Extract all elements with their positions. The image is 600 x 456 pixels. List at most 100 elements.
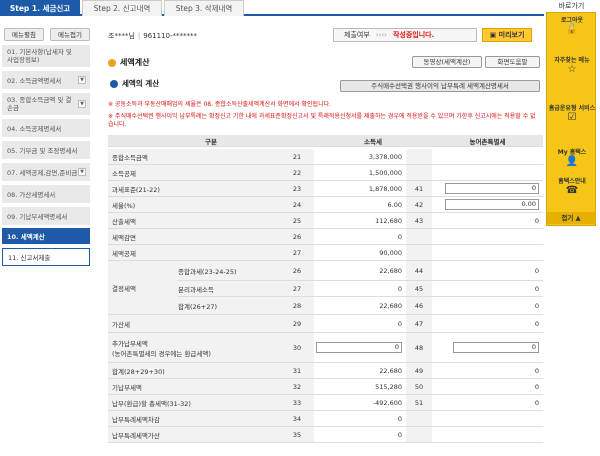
row-label: 산출세액 — [108, 213, 280, 228]
amount-input[interactable]: 0.00 — [445, 199, 539, 210]
cell-v2 — [432, 427, 543, 442]
cell-v1: 0 — [314, 315, 406, 332]
cell-n1: 24 — [280, 197, 314, 212]
amount-input[interactable]: 0 — [316, 342, 402, 353]
chevron-down-icon[interactable]: ▼ — [78, 168, 86, 176]
sidebar-item-prepaid[interactable]: 09. 기납부세액명세서 — [2, 207, 90, 227]
section-title: 세액계산 — [108, 57, 149, 68]
cell-n2: 47 — [406, 315, 432, 332]
row-label: 소득공제 — [108, 165, 280, 180]
cell-v2: 0.00 — [432, 197, 543, 212]
preview-button[interactable]: ▣ 미리보기 — [482, 28, 532, 42]
tab-step1[interactable]: Step 1. 세금신고 — [0, 0, 80, 16]
sidebar-item-income-statement[interactable]: 02. 소득금액명세서 ▼ — [2, 71, 90, 91]
cell-n2 — [406, 229, 432, 244]
table-row: 세율(%) 24 6.00 42 0.00 — [108, 197, 543, 213]
cell-n2: 51 — [406, 395, 432, 410]
cell-n1: 34 — [280, 411, 314, 426]
cell-n2 — [406, 427, 432, 442]
sidebar-item-tax-calc[interactable]: 10. 세액계산 — [2, 228, 90, 246]
my-hometax-link[interactable]: My 홈택스 👤 — [547, 149, 597, 169]
note-1: ※ 공동소득과 부동산매매업의 세율은 08. 종합소득산출세액계산서 화면에서… — [108, 101, 332, 108]
stock-option-button[interactable]: 주식매수선택권 행사이익 납부특례 세액계산명세서 — [340, 80, 540, 92]
star-icon: ☆ — [567, 64, 577, 75]
cell-n1: 29 — [280, 315, 314, 332]
menu-collapse-button[interactable]: 메뉴접기 — [50, 28, 90, 41]
hometax-guide-link[interactable]: 홈택스안내 ☎ — [547, 178, 597, 198]
cell-n1: 27 — [280, 245, 314, 260]
cell-n1: 22 — [280, 165, 314, 180]
table-row: 납부특례세액차감 34 0 — [108, 411, 543, 427]
row-label: 기납부세액 — [108, 379, 280, 394]
chevron-down-icon[interactable]: ▼ — [78, 100, 86, 108]
collapse-panel-button[interactable]: 접기 ▲ — [547, 212, 595, 224]
cell-n1: 23 — [280, 181, 314, 196]
preview-icon: ▣ — [489, 31, 499, 39]
table-row: 종합소득금액 21 3,378,000 — [108, 149, 543, 165]
row-label: 가산세 — [108, 315, 280, 332]
row-label: 과세표준(21-22) — [108, 181, 280, 196]
row-label: 종합소득금액 — [108, 149, 280, 164]
row-label: 추가납부세액 (농어촌특별세의 경우에는 환급세액) — [108, 333, 280, 362]
cell-v2: 0 — [432, 281, 543, 296]
table-row: 가산세 29 0 47 0 — [108, 315, 543, 333]
tab-step3[interactable]: Step 3. 삭제내역 — [164, 0, 244, 16]
checklist-icon: ☑ — [567, 112, 577, 123]
table-row: 납부(환급)할 총세액(31-32) 33 -492,600 51 0 — [108, 395, 543, 411]
cell-n1: 26 — [280, 229, 314, 244]
cell-n2: 49 — [406, 363, 432, 378]
cell-n1: 35 — [280, 427, 314, 442]
menu-expand-button[interactable]: 메뉴펼침 — [4, 28, 44, 41]
row-label: 세액감면 — [108, 229, 280, 244]
cell-v2: 0 — [432, 261, 543, 280]
table-row: 추가납부세액 (농어촌특별세의 경우에는 환급세액) 30 0 48 0 — [108, 333, 543, 363]
sidebar-item-donation[interactable]: 05. 기부금 및 조정명세서 — [2, 141, 90, 161]
sidebar-item-basic-info[interactable]: 01. 기본사항(납세자 및 사업장정보) — [2, 45, 90, 69]
cell-n2: 45 — [406, 281, 432, 296]
sidebar-item-tax-credit[interactable]: 07. 세액공제,감면,준비금 ▼ — [2, 163, 90, 183]
cell-n2: 48 — [406, 333, 432, 362]
cell-n2: 46 — [406, 297, 432, 314]
table-header: 구분 소득세 농어촌특별세 — [108, 135, 543, 147]
sidebar-item-submit[interactable]: 11. 신고서제출 — [2, 248, 90, 266]
cell-v2: 0 — [432, 333, 543, 362]
info-icon: ☎ — [565, 185, 579, 196]
table-row: 세액감면 26 0 — [108, 229, 543, 245]
logout-link[interactable]: 로그아웃 🔓 — [547, 17, 597, 37]
amount-input[interactable]: 0 — [445, 183, 539, 194]
cell-v2: 0 — [432, 315, 543, 332]
chevron-up-icon: ▲ — [575, 214, 581, 222]
help-button[interactable]: 화면도움말 — [485, 56, 540, 68]
cell-v1: 3,378,000 — [314, 149, 406, 164]
cell-v2: 0 — [432, 363, 543, 378]
cell-v1: 0 — [314, 229, 406, 244]
cell-v1: 515,280 — [314, 379, 406, 394]
cell-v1: 22,680 — [314, 261, 406, 280]
table-row: 납부특례세액가산 35 0 — [108, 427, 543, 443]
cell-n2: 50 — [406, 379, 432, 394]
cell-v2 — [432, 165, 543, 180]
table-row: 과세표준(21-22) 23 1,878,000 41 0 — [108, 181, 543, 197]
sidebar-item-deduction[interactable]: 04. 소득공제명세서 — [2, 119, 90, 139]
cell-v1: 22,680 — [314, 363, 406, 378]
cell-v1: 112,680 — [314, 213, 406, 228]
service-link[interactable]: 홈급운유형 서비스 ☑ — [547, 105, 597, 125]
row-label: 세액공제 — [108, 245, 280, 260]
cell-v1: -492,600 — [314, 395, 406, 410]
sidebar-item-total-income[interactable]: 03. 종합소득금액 및 결손금 ▼ — [2, 93, 90, 117]
favorites-link[interactable]: 자주찾는 메뉴 ☆ — [547, 57, 597, 77]
cell-n2: 41 — [406, 181, 432, 196]
cell-v2: 0 — [432, 395, 543, 410]
cell-n1: 21 — [280, 149, 314, 164]
sidebar-item-penalty[interactable]: 08. 가산세명세서 — [2, 185, 90, 205]
chevron-down-icon[interactable]: ▼ — [78, 76, 86, 84]
quick-links-title: 바로가기 — [558, 2, 585, 10]
note-2: ※ 주식매수선택권 행사이익 납부특례는 확정신고 기한 내에 과세표준확정신고… — [108, 113, 536, 128]
amount-input[interactable]: 0 — [453, 342, 539, 353]
cell-v2 — [432, 411, 543, 426]
video-button[interactable]: 동영상(세액계산) — [412, 56, 482, 68]
table-row: 기납부세액 32 515,280 50 0 — [108, 379, 543, 395]
cell-v1: 6.00 — [314, 197, 406, 212]
tab-step2[interactable]: Step 2. 신고내역 — [82, 0, 162, 16]
lock-icon: 🔓 — [565, 24, 579, 35]
